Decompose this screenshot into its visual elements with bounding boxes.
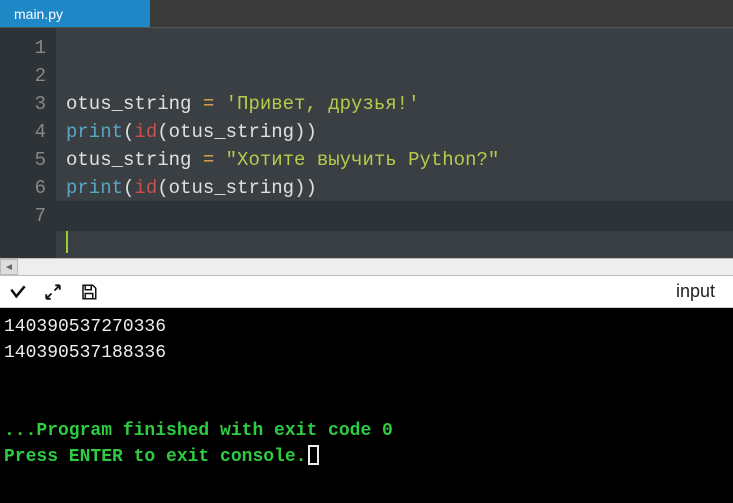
line-number: 3: [0, 90, 46, 118]
token-var: otus_string: [66, 93, 191, 115]
console-line: 140390537270336: [4, 317, 166, 337]
token-paren: )): [294, 121, 317, 143]
input-label: input: [676, 281, 725, 302]
code-editor[interactable]: 1 2 3 4 5 6 7 otus_string = 'Привет, дру…: [0, 28, 733, 258]
save-icon[interactable]: [80, 283, 98, 301]
console-finished-line: ...Program finished with exit code 0: [4, 421, 393, 441]
line-number: 4: [0, 118, 46, 146]
token-string: "Хотите выучить Python?": [226, 149, 500, 171]
chevron-down-icon[interactable]: [8, 283, 26, 301]
token-fn: print: [66, 177, 123, 199]
line-number: 6: [0, 174, 46, 202]
line-number: 7: [0, 202, 46, 230]
console-cursor: [308, 445, 319, 465]
code-line: [66, 205, 77, 227]
expand-icon[interactable]: [44, 283, 62, 301]
line-number: 5: [0, 146, 46, 174]
token-fn: print: [66, 121, 123, 143]
console-toolbar: input: [0, 276, 733, 308]
editor-cursor: [66, 231, 68, 253]
tab-label: main.py: [14, 6, 63, 22]
code-area[interactable]: otus_string = 'Привет, друзья!' print(id…: [56, 28, 733, 258]
scroll-left-arrow-icon[interactable]: ◄: [0, 259, 18, 275]
code-line: otus_string = 'Привет, друзья!': [66, 93, 419, 115]
line-number: 1: [0, 34, 46, 62]
token-builtin: id: [134, 177, 157, 199]
console-prompt-line: Press ENTER to exit console.: [4, 447, 319, 467]
token-paren: (: [123, 121, 134, 143]
scroll-track[interactable]: [18, 259, 733, 275]
horizontal-scrollbar[interactable]: ◄: [0, 258, 733, 276]
token-var: otus_string: [169, 177, 294, 199]
code-line: [66, 65, 77, 87]
token-paren: (: [123, 177, 134, 199]
line-gutter: 1 2 3 4 5 6 7: [0, 28, 56, 258]
code-line: otus_string = "Хотите выучить Python?": [66, 149, 499, 171]
token-var: otus_string: [169, 121, 294, 143]
tab-main-py[interactable]: main.py: [0, 0, 150, 27]
code-line: print(id(otus_string)): [66, 177, 317, 199]
token-paren: (: [157, 121, 168, 143]
code-line: [66, 233, 68, 255]
console-line: 140390537188336: [4, 343, 166, 363]
token-var: otus_string: [66, 149, 191, 171]
token-paren: )): [294, 177, 317, 199]
token-op: =: [191, 149, 225, 171]
tab-bar: main.py: [0, 0, 733, 28]
console-prompt-text: Press ENTER to exit console.: [4, 447, 306, 467]
token-builtin: id: [134, 121, 157, 143]
token-op: =: [191, 93, 225, 115]
line-number: 2: [0, 62, 46, 90]
token-string: 'Привет, друзья!': [226, 93, 420, 115]
token-paren: (: [157, 177, 168, 199]
console-output[interactable]: 140390537270336 140390537188336 ...Progr…: [0, 308, 733, 503]
code-line: print(id(otus_string)): [66, 121, 317, 143]
